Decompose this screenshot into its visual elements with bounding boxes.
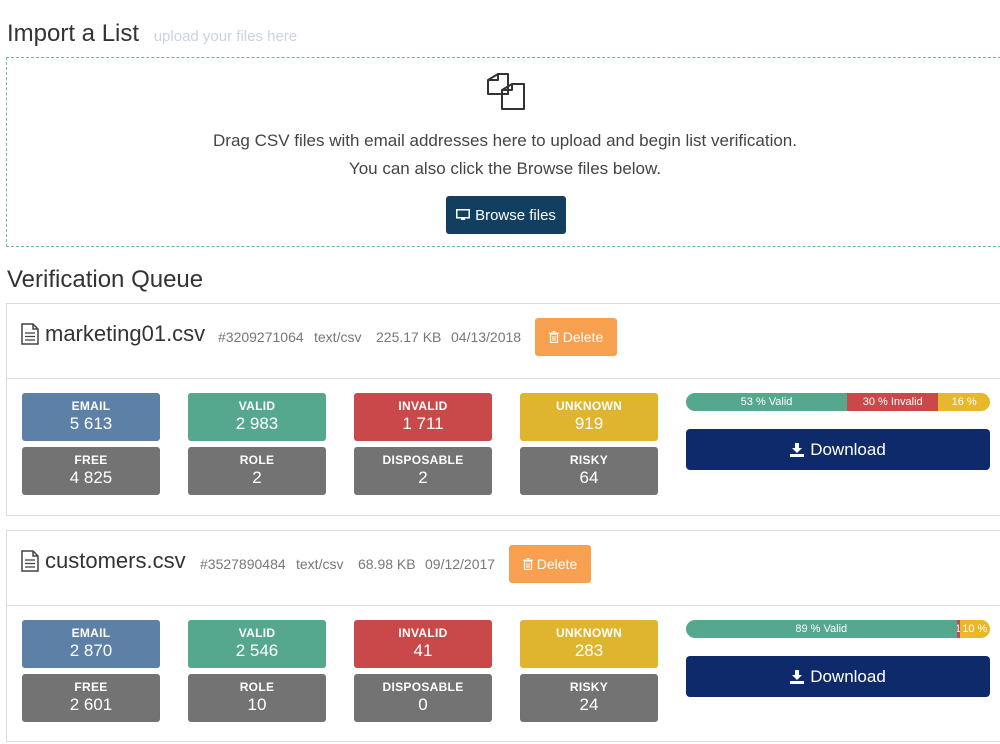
stat-label: ROLE <box>239 453 275 467</box>
stat-label: UNKNOWN <box>555 399 623 413</box>
stat-value: 5 613 <box>69 414 113 433</box>
stat-invalid: INVALID 1 711 <box>354 393 492 441</box>
stat-label: FREE <box>74 453 108 467</box>
delete-button[interactable]: Delete <box>509 545 591 583</box>
stat-role: ROLE 2 <box>188 447 326 495</box>
stat-value: 2 546 <box>235 641 279 660</box>
queue-title: Verification Queue <box>7 266 204 293</box>
stat-disposable: DISPOSABLE 2 <box>354 447 492 495</box>
stat-risky: RISKY 24 <box>520 674 658 722</box>
file-card: marketing01.csv #3209271064 text/csv 225… <box>6 303 1000 516</box>
import-subtitle: upload your files here <box>153 28 298 45</box>
stat-value: 1 711 <box>402 414 444 433</box>
file-card-header: customers.csv #3527890484 text/csv 68.98… <box>7 531 1000 606</box>
stat-disposable: DISPOSABLE 0 <box>354 674 492 722</box>
stat-value: 64 <box>579 468 599 487</box>
trash-icon <box>548 331 559 343</box>
stat-value: 2 <box>252 468 262 487</box>
file-type: text/csv <box>296 556 344 572</box>
download-label: Download <box>810 666 886 686</box>
file-icon <box>21 323 39 345</box>
stat-label: RISKY <box>569 453 609 467</box>
file-date: 04/13/2018 <box>451 329 522 345</box>
stat-label: EMAIL <box>71 399 111 413</box>
stat-unknown: UNKNOWN 283 <box>520 620 658 668</box>
stat-value: 2 870 <box>69 641 113 660</box>
browse-files-label: Browse files <box>475 206 556 224</box>
file-date: 09/12/2017 <box>425 556 496 572</box>
file-type: text/csv <box>314 329 362 345</box>
import-title: Import a List upload your files here <box>7 20 297 48</box>
stat-role: ROLE 10 <box>188 674 326 722</box>
stat-label: RISKY <box>569 680 609 694</box>
stat-value: 2 <box>418 468 428 487</box>
file-size: 225.17 KB <box>376 329 442 345</box>
stat-label: EMAIL <box>71 626 111 640</box>
stat-value: 24 <box>579 695 599 714</box>
stat-label: FREE <box>74 680 108 694</box>
stat-label: DISPOSABLE <box>382 453 464 467</box>
progress-valid-segment: 89 % Valid <box>686 620 957 638</box>
download-icon <box>790 442 805 457</box>
file-id: #3209271064 <box>218 329 304 345</box>
stat-valid: VALID 2 983 <box>188 393 326 441</box>
trash-icon <box>522 558 533 570</box>
delete-label: Delete <box>536 556 578 572</box>
file-card-header: marketing01.csv #3209271064 text/csv 225… <box>7 304 1000 379</box>
import-title-text: Import a List <box>7 20 140 47</box>
delete-button[interactable]: Delete <box>535 318 617 356</box>
stat-value: 2 983 <box>235 414 279 433</box>
stat-value: 41 <box>413 641 433 660</box>
file-icon <box>21 550 39 572</box>
stat-value: 10 <box>247 695 267 714</box>
file-name: customers.csv <box>45 548 186 573</box>
delete-label: Delete <box>562 329 604 345</box>
dropzone-hint: You can also click the Browse files belo… <box>348 159 662 178</box>
download-button[interactable]: Download <box>686 429 990 470</box>
file-name: marketing01.csv <box>45 321 206 346</box>
file-id: #3527890484 <box>200 556 286 572</box>
stat-value: 2 601 <box>69 695 113 714</box>
stat-email: EMAIL 5 613 <box>22 393 160 441</box>
stat-risky: RISKY 64 <box>520 447 658 495</box>
browse-files-button[interactable]: Browse files <box>446 196 566 234</box>
stat-unknown: UNKNOWN 919 <box>520 393 658 441</box>
stat-email: EMAIL 2 870 <box>22 620 160 668</box>
stat-label: UNKNOWN <box>555 626 623 640</box>
verification-progress-bar: 53 % Valid 30 % Invalid 16 % <box>686 393 990 411</box>
stat-label: DISPOSABLE <box>382 680 464 694</box>
stat-invalid: INVALID 41 <box>354 620 492 668</box>
file-size: 68.98 KB <box>358 556 416 572</box>
stat-label: VALID <box>238 399 276 413</box>
dropzone-instructions: Drag CSV files with email addresses here… <box>213 131 797 150</box>
stat-label: VALID <box>238 626 276 640</box>
stat-value: 0 <box>418 695 428 714</box>
download-icon <box>790 669 805 684</box>
progress-invalid-segment: 30 % Invalid <box>847 393 939 411</box>
download-button[interactable]: Download <box>686 656 990 697</box>
stat-free: FREE 2 601 <box>22 674 160 722</box>
stat-valid: VALID 2 546 <box>188 620 326 668</box>
stat-label: INVALID <box>398 399 448 413</box>
stat-value: 919 <box>574 414 604 433</box>
download-label: Download <box>810 439 886 459</box>
stat-label: INVALID <box>398 626 448 640</box>
monitor-icon <box>456 209 471 220</box>
progress-unknown-segment: 16 % <box>938 393 990 411</box>
documents-icon <box>487 73 525 110</box>
progress-valid-segment: 53 % Valid <box>686 393 848 411</box>
stat-label: ROLE <box>239 680 275 694</box>
file-card: customers.csv #3527890484 text/csv 68.98… <box>6 530 1000 742</box>
stat-free: FREE 4 825 <box>22 447 160 495</box>
verification-progress-bar: 89 % Valid 1 10 % <box>686 620 990 638</box>
stat-value: 4 825 <box>69 468 113 487</box>
stat-value: 283 <box>574 641 604 660</box>
progress-unknown-segment: 10 % <box>959 620 990 638</box>
